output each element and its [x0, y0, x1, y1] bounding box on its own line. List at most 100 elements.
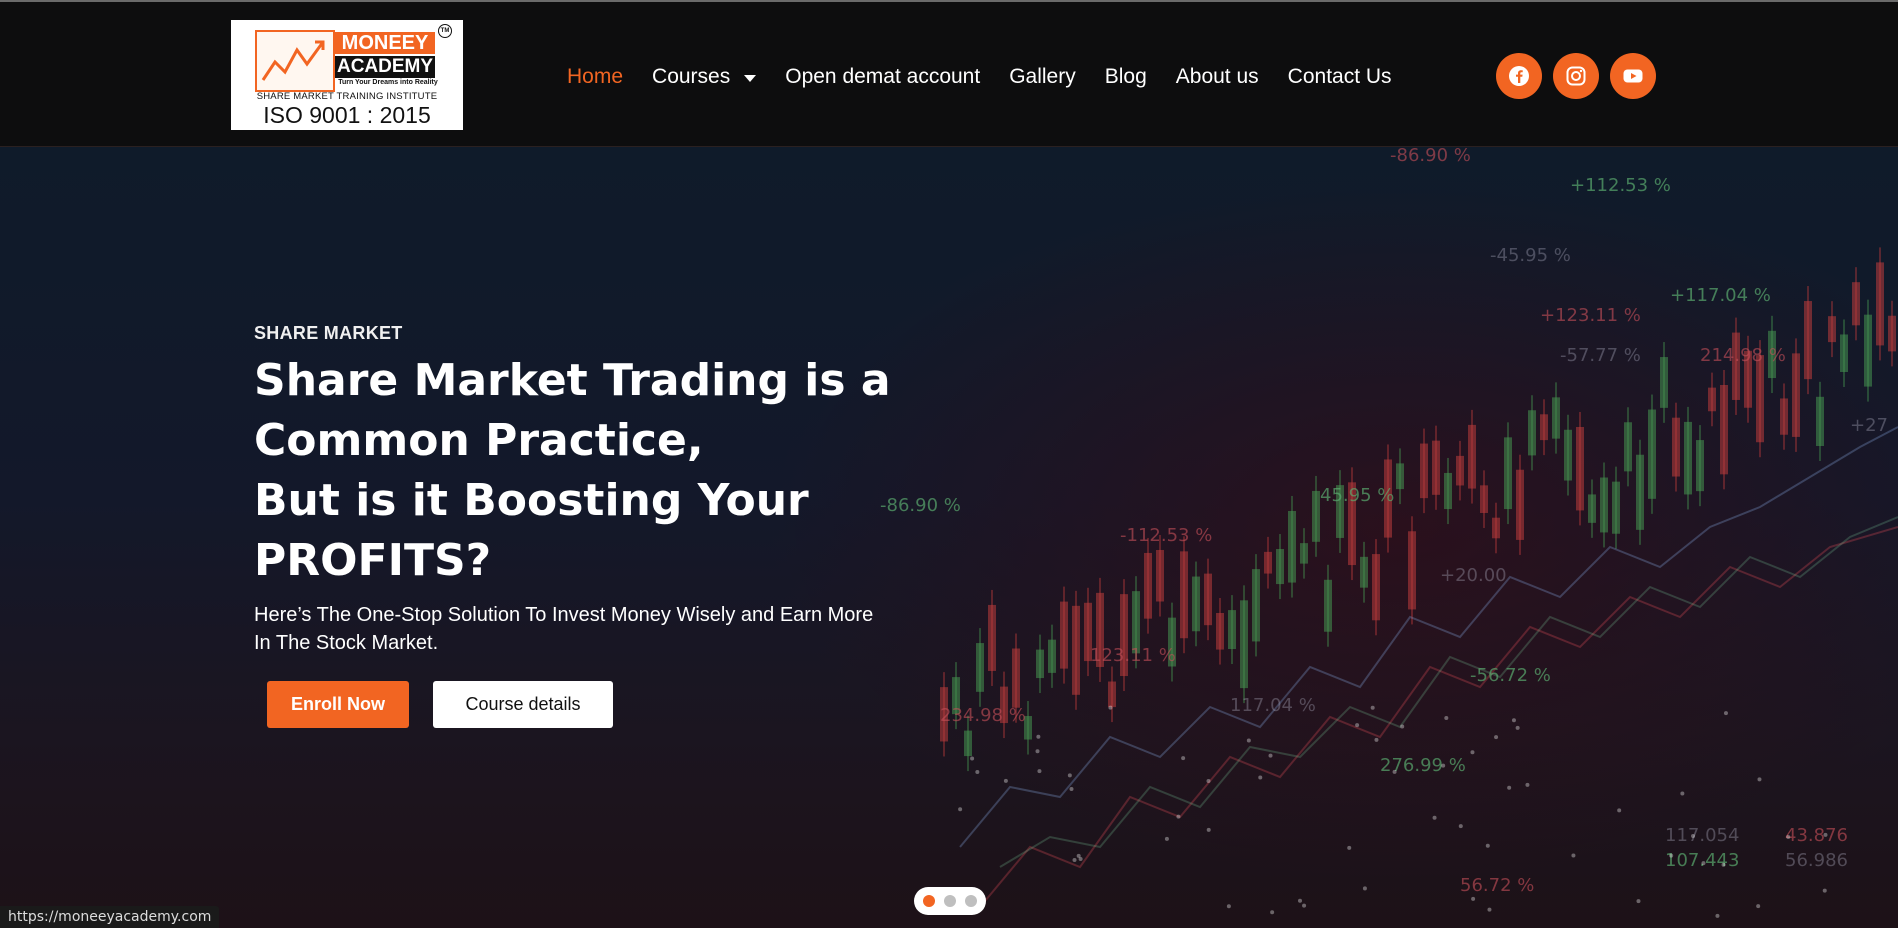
- background-dot: [1246, 738, 1251, 743]
- background-dot: [1511, 718, 1516, 723]
- nav-courses[interactable]: Courses: [652, 65, 757, 89]
- candle-body: [1444, 472, 1452, 510]
- logo-name-line1: MONEEY: [335, 32, 435, 54]
- background-dot: [1756, 904, 1761, 909]
- facebook-icon: [1509, 66, 1529, 86]
- candle-body: [1864, 314, 1872, 387]
- nav-open-demat-account-label: Open demat account: [785, 65, 981, 88]
- browser-status-url: https://moneeyacademy.com: [0, 906, 220, 928]
- candle-body: [1504, 437, 1512, 510]
- candle-body: [1048, 639, 1056, 673]
- background-dot: [1494, 735, 1499, 740]
- candle-body: [1180, 551, 1188, 639]
- background-chart-label: 56.986: [1785, 850, 1848, 871]
- hero-slider: -86.90 % +112.53 % -45.95 % +123.11 % +117.0…: [0, 147, 1898, 928]
- background-dot: [1721, 862, 1726, 867]
- candle-body: [1648, 409, 1656, 499]
- logo-institute: SHARE MARKET TRAINING INSTITUTE: [256, 91, 438, 102]
- candle-body: [1312, 490, 1320, 542]
- candle-body: [1636, 454, 1644, 530]
- background-dot: [1206, 779, 1211, 784]
- background-dot: [1786, 835, 1791, 840]
- background-dot: [1515, 725, 1520, 730]
- nav-open-demat-account[interactable]: Open demat account: [785, 65, 980, 89]
- background-dot: [1701, 861, 1706, 866]
- enroll-now-button[interactable]: Enroll Now: [267, 681, 409, 728]
- candle-body: [1192, 576, 1200, 632]
- background-dot: [1072, 857, 1077, 862]
- candle-body: [1372, 554, 1380, 621]
- background-dot: [1487, 907, 1492, 912]
- slider-dot-1[interactable]: [923, 895, 935, 907]
- candle-body: [1552, 397, 1560, 439]
- candle-body: [1600, 477, 1608, 533]
- slider-dot-2[interactable]: [944, 895, 956, 907]
- candle-body: [1240, 600, 1248, 689]
- background-chart-label: -86.90 %: [1390, 147, 1471, 166]
- background-dot: [1258, 775, 1263, 780]
- background-chart-label: -56.72 %: [1470, 665, 1551, 686]
- candle-body: [1360, 556, 1368, 588]
- background-chart-label: 117.054: [1665, 825, 1739, 846]
- background-dot: [1823, 832, 1828, 837]
- candle-body: [1852, 282, 1860, 326]
- instagram-icon: [1566, 66, 1586, 86]
- hero-headline-line-1: Share Market Trading is a: [254, 355, 891, 406]
- background-dot: [1757, 777, 1762, 782]
- hero-headline: Share Market Trading is a Common Practic…: [254, 351, 894, 591]
- candle-body: [1588, 494, 1596, 523]
- nav-contact-us[interactable]: Contact Us: [1288, 65, 1392, 89]
- background-dot: [1164, 836, 1169, 841]
- hero-subtext: Here’s The One-Stop Solution To Invest M…: [254, 604, 874, 654]
- candle-body: [1660, 357, 1668, 408]
- background-chart-label: -45.95 %: [1490, 245, 1571, 266]
- candle-body: [1300, 543, 1308, 564]
- background-dot: [1302, 903, 1307, 908]
- candle-body: [1276, 549, 1284, 585]
- nav-gallery[interactable]: Gallery: [1009, 65, 1076, 89]
- background-dot: [1485, 843, 1490, 848]
- candle-body: [1324, 579, 1332, 632]
- candle-body: [1840, 334, 1848, 373]
- instagram-button[interactable]: [1553, 53, 1599, 99]
- background-dot: [1370, 705, 1375, 710]
- brand-logo[interactable]: MONEEY ACADEMY Turn Your Dreams into Rea…: [231, 20, 463, 130]
- background-dot: [1035, 749, 1040, 754]
- background-dot: [1176, 814, 1181, 819]
- logo-chart-mark: [255, 30, 335, 92]
- course-details-button[interactable]: Course details: [433, 681, 613, 728]
- youtube-button[interactable]: [1610, 53, 1656, 99]
- background-dot: [970, 756, 975, 761]
- nav-blog[interactable]: Blog: [1105, 65, 1147, 89]
- candle-body: [1672, 417, 1680, 477]
- candle-body: [1696, 440, 1704, 492]
- candle-body: [1012, 648, 1020, 708]
- background-dot: [1400, 724, 1405, 729]
- background-dot: [1617, 808, 1622, 813]
- nav-about-us-label: About us: [1175, 65, 1259, 88]
- background-chart-label: 45.95 %: [1320, 485, 1394, 506]
- background-dot: [1362, 886, 1367, 891]
- background-dot: [1471, 896, 1476, 901]
- background-chart-label: 234.98 %: [940, 705, 1026, 726]
- candle-body: [1540, 414, 1548, 441]
- candle-body: [1804, 301, 1812, 380]
- main-navigation: Home Courses Open demat account Gallery …: [567, 60, 1421, 94]
- background-dot: [1470, 750, 1475, 755]
- nav-about-us[interactable]: About us: [1176, 65, 1259, 89]
- background-dot: [1669, 853, 1674, 858]
- slider-dot-3[interactable]: [965, 895, 977, 907]
- candle-body: [1612, 481, 1620, 534]
- background-dot: [1680, 791, 1685, 796]
- nav-home[interactable]: Home: [567, 65, 623, 89]
- candle-body: [1468, 424, 1476, 489]
- background-dot: [1822, 888, 1827, 893]
- chevron-down-icon[interactable]: [744, 74, 757, 82]
- background-dot: [1444, 716, 1449, 721]
- candle-body: [976, 643, 984, 692]
- background-chart-label: +27: [1850, 415, 1888, 436]
- background-dot: [1268, 753, 1273, 758]
- hero-headline-line-2: Common Practice,: [254, 415, 704, 466]
- hero-headline-line-3: But is it Boosting Your: [254, 475, 809, 526]
- facebook-button[interactable]: [1496, 53, 1542, 99]
